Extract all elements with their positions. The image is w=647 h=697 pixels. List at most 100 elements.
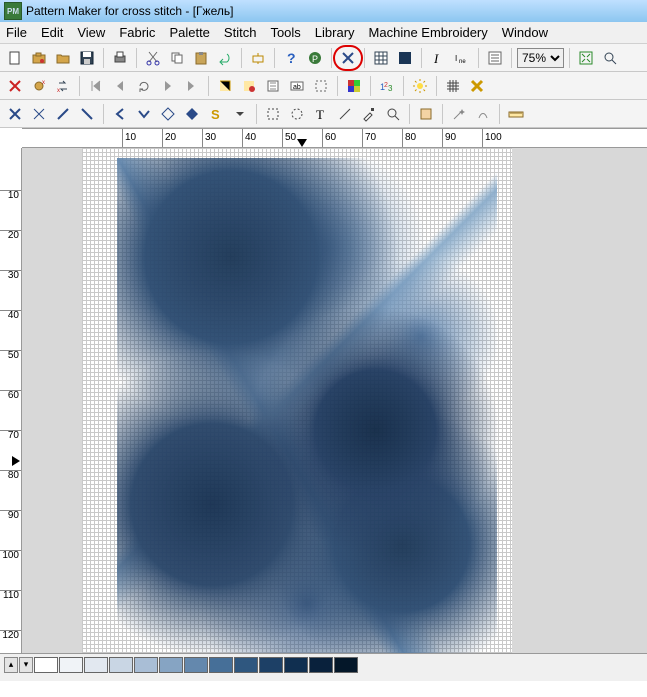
swap-button[interactable]: x xyxy=(52,75,74,97)
help-button[interactable]: ? xyxy=(280,47,302,69)
menu-palette[interactable]: Palette xyxy=(169,25,209,40)
pattern-canvas[interactable] xyxy=(82,148,512,653)
menu-file[interactable]: File xyxy=(6,25,27,40)
x-outline-button[interactable] xyxy=(28,103,50,125)
diamond-fill-button[interactable] xyxy=(181,103,203,125)
palette-swatch[interactable] xyxy=(134,657,158,673)
titlebar: PM Pattern Maker for cross stitch - [Гже… xyxy=(0,0,647,22)
v-tick: 90 xyxy=(0,510,21,521)
paste-button[interactable] xyxy=(190,47,212,69)
go-last-button[interactable] xyxy=(181,75,203,97)
palette-swatch[interactable] xyxy=(234,657,258,673)
palette-tool-button[interactable] xyxy=(343,75,365,97)
palette-swatch[interactable] xyxy=(159,657,183,673)
svg-text:x: x xyxy=(42,80,45,86)
undo-button[interactable] xyxy=(214,47,236,69)
h-tick: 40 xyxy=(242,129,256,147)
nav-prev-button[interactable] xyxy=(109,103,131,125)
palette-swatch[interactable] xyxy=(259,657,283,673)
zoom-tool-button[interactable] xyxy=(382,103,404,125)
menu-tools[interactable]: Tools xyxy=(270,25,300,40)
marker-a-button[interactable] xyxy=(214,75,236,97)
ab-tool-button[interactable]: ab xyxy=(286,75,308,97)
menu-stitch[interactable]: Stitch xyxy=(224,25,257,40)
properties-button[interactable] xyxy=(484,47,506,69)
palette-swatch[interactable] xyxy=(334,657,358,673)
select-rect-button[interactable] xyxy=(262,103,284,125)
go-first-button[interactable] xyxy=(85,75,107,97)
window-title: Pattern Maker for cross stitch - [Гжель] xyxy=(26,4,233,18)
crop-button[interactable] xyxy=(415,103,437,125)
highlight-sun-button[interactable] xyxy=(409,75,431,97)
cut-button[interactable] xyxy=(142,47,164,69)
italic-button[interactable]: I xyxy=(427,47,449,69)
chart-tool-button[interactable] xyxy=(262,75,284,97)
delete-stitch-button[interactable] xyxy=(4,75,26,97)
new-button[interactable] xyxy=(4,47,26,69)
full-stitch-button[interactable] xyxy=(337,47,359,69)
eyedropper-button[interactable] xyxy=(358,103,380,125)
palette-swatch[interactable] xyxy=(59,657,83,673)
svg-text:I: I xyxy=(433,51,439,66)
about-button[interactable]: P xyxy=(304,47,326,69)
half-stitch-button[interactable] xyxy=(52,103,74,125)
palette-scroll-down-button[interactable]: ▾ xyxy=(19,657,33,673)
select-circle-button[interactable] xyxy=(286,103,308,125)
curve-button[interactable]: S xyxy=(205,103,227,125)
text-tool-button[interactable]: T xyxy=(310,103,332,125)
v-tick: 60 xyxy=(0,390,21,401)
x-stitch-button[interactable] xyxy=(4,103,26,125)
curve-dropdown-button[interactable] xyxy=(229,103,251,125)
menu-window[interactable]: Window xyxy=(502,25,548,40)
save-button[interactable] xyxy=(76,47,98,69)
back-stitch-button[interactable] xyxy=(76,103,98,125)
nav-down-button[interactable] xyxy=(133,103,155,125)
library-open-button[interactable] xyxy=(28,47,50,69)
menu-library[interactable]: Library xyxy=(315,25,355,40)
go-back-button[interactable] xyxy=(109,75,131,97)
open-button[interactable] xyxy=(52,47,74,69)
refresh-button[interactable] xyxy=(133,75,155,97)
palette-swatch[interactable] xyxy=(109,657,133,673)
bead-button[interactable]: x xyxy=(28,75,50,97)
palette-swatch[interactable] xyxy=(209,657,233,673)
marker-b-button[interactable] xyxy=(238,75,260,97)
canvas-viewport[interactable] xyxy=(22,148,647,653)
ruler-vertical[interactable]: 10 20 30 40 50 60 70 80 90 100 110 120 xyxy=(0,148,22,653)
highlight-yellow-button[interactable] xyxy=(466,75,488,97)
diamond-outline-button[interactable] xyxy=(157,103,179,125)
go-forward-button[interactable] xyxy=(157,75,179,97)
dash-border-button[interactable] xyxy=(310,75,332,97)
palette-swatch[interactable] xyxy=(34,657,58,673)
h-tick: 70 xyxy=(362,129,376,147)
ruler-button[interactable] xyxy=(505,103,527,125)
palette-swatch[interactable] xyxy=(184,657,208,673)
svg-text:S: S xyxy=(211,107,220,122)
palette-swatch[interactable] xyxy=(284,657,308,673)
grid-view-button[interactable] xyxy=(370,47,392,69)
menu-fabric[interactable]: Fabric xyxy=(119,25,155,40)
v-ruler-marker-icon xyxy=(12,456,20,466)
grid-toggle-button[interactable] xyxy=(442,75,464,97)
redo-toggle-button[interactable] xyxy=(247,47,269,69)
svg-text:P: P xyxy=(312,54,318,64)
menu-machine-embroidery[interactable]: Machine Embroidery xyxy=(369,25,488,40)
numbering-button[interactable]: 123 xyxy=(376,75,398,97)
auto-button[interactable] xyxy=(472,103,494,125)
line-tool-button[interactable] xyxy=(334,103,356,125)
wand-button[interactable] xyxy=(448,103,470,125)
line-style-button[interactable]: Ine xyxy=(451,47,473,69)
solid-view-button[interactable] xyxy=(394,47,416,69)
zoom-hand-button[interactable] xyxy=(599,47,621,69)
menu-view[interactable]: View xyxy=(77,25,105,40)
print-button[interactable] xyxy=(109,47,131,69)
menu-edit[interactable]: Edit xyxy=(41,25,63,40)
palette-swatch[interactable] xyxy=(84,657,108,673)
fit-window-button[interactable] xyxy=(575,47,597,69)
v-tick: 80 xyxy=(0,470,21,481)
copy-button[interactable] xyxy=(166,47,188,69)
palette-scroll-up-button[interactable]: ▴ xyxy=(4,657,18,673)
zoom-select[interactable]: 75% xyxy=(517,48,564,68)
ruler-horizontal[interactable]: 10 20 30 40 50 60 70 80 90 100 xyxy=(22,128,647,148)
palette-swatch[interactable] xyxy=(309,657,333,673)
